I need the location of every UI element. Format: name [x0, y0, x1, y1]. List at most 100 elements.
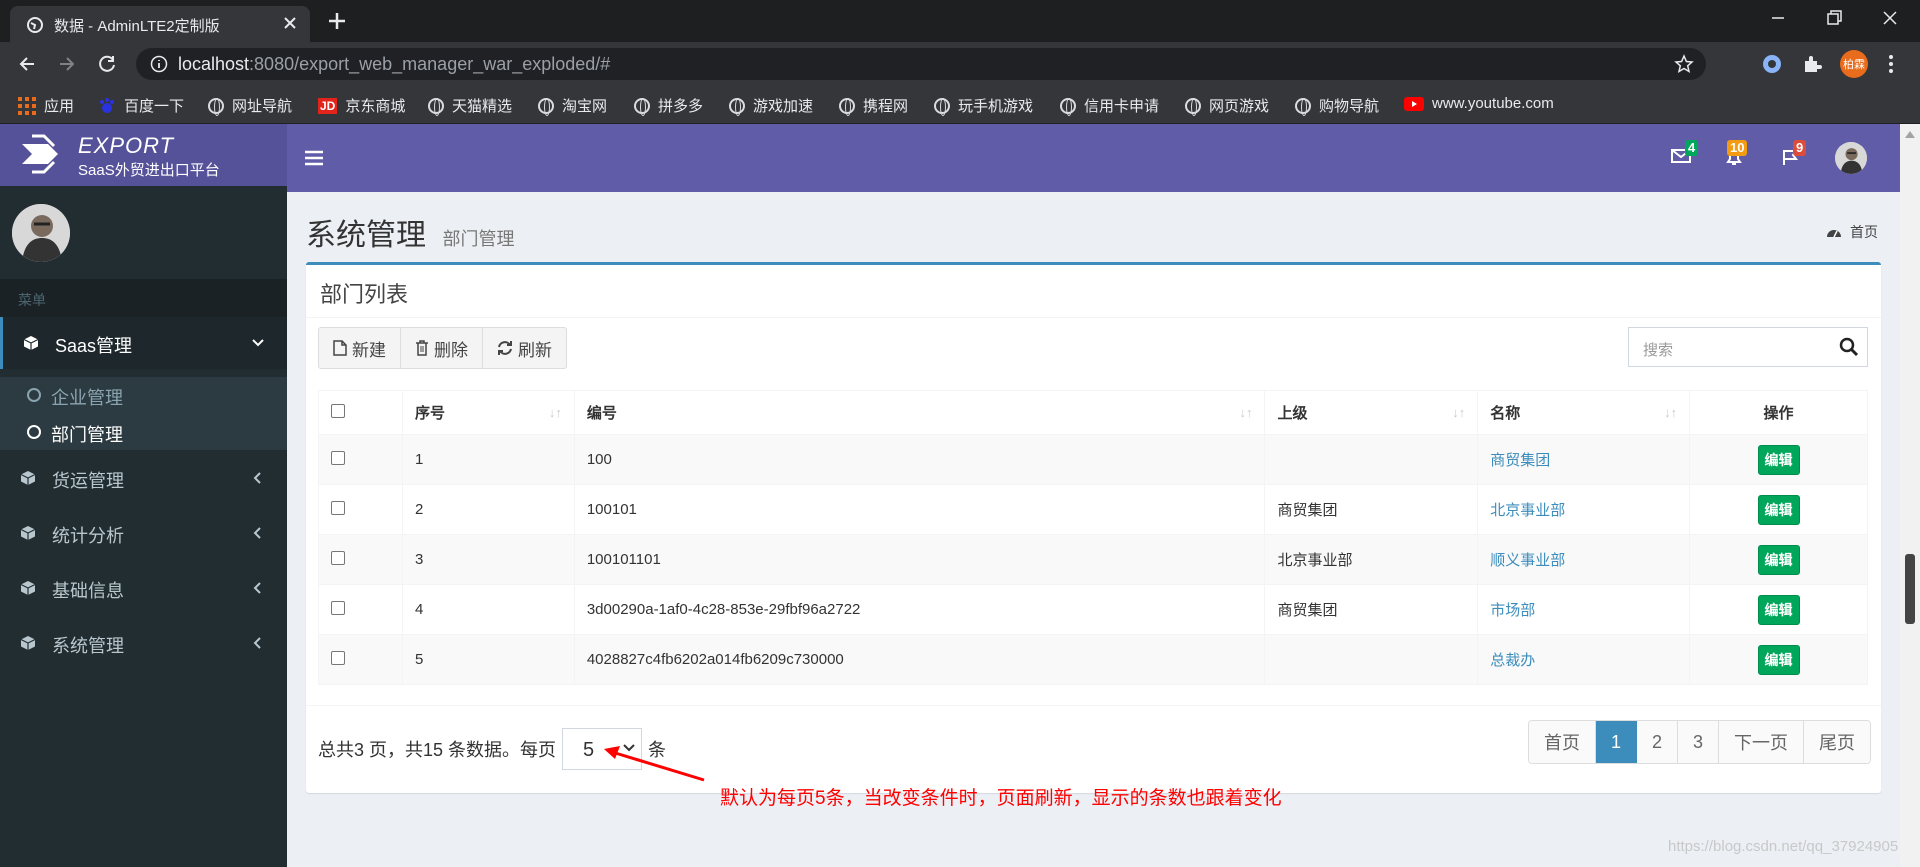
page-first[interactable]: 首页 [1529, 721, 1596, 763]
globe-icon [208, 97, 224, 116]
row-checkbox[interactable] [331, 600, 345, 615]
sort-icon[interactable]: ↓↑ [1239, 405, 1252, 420]
minimize-icon[interactable] [1768, 8, 1788, 28]
dept-name-link[interactable]: 市场部 [1490, 602, 1535, 619]
breadcrumb-home[interactable]: 首页 [1850, 222, 1878, 242]
scroll-thumb[interactable] [1905, 554, 1915, 624]
sort-icon[interactable]: ↓↑ [1452, 405, 1465, 420]
box-title: 部门列表 [320, 282, 409, 307]
bookmark-game-speed[interactable]: 游戏加速 [729, 95, 813, 116]
forward-arrow-icon[interactable] [56, 53, 78, 75]
page-scrollbar[interactable] [1900, 124, 1920, 867]
bookmark-baidu[interactable]: 百度一下 [98, 95, 184, 116]
col-name[interactable]: 名称 ↓↑ [1477, 390, 1691, 435]
sidebar-item-shipping[interactable]: 货运管理 [0, 452, 287, 504]
close-icon[interactable] [282, 15, 298, 31]
bookmark-star-icon[interactable] [1674, 54, 1694, 74]
page-3[interactable]: 3 [1678, 721, 1720, 763]
bookmark-tmall[interactable]: 天猫精选 [428, 95, 512, 116]
circle-icon [27, 425, 41, 439]
dept-name-link[interactable]: 商贸集团 [1490, 452, 1550, 469]
row-checkbox[interactable] [331, 650, 345, 665]
table-row: 4 3d00290a-1af0-4c28-853e-29fbf96a2722 商… [318, 584, 1868, 635]
dept-name-link[interactable]: 总裁办 [1490, 652, 1535, 669]
page-2[interactable]: 2 [1637, 721, 1679, 763]
sort-icon[interactable]: ↓↑ [549, 405, 562, 420]
search-input[interactable]: 搜索 [1628, 327, 1868, 367]
info-icon[interactable] [150, 55, 168, 73]
bookmark-nav[interactable]: 网址导航 [208, 95, 292, 116]
page-next[interactable]: 下一页 [1719, 721, 1805, 763]
sidebar-item-basic-info[interactable]: 基础信息 [0, 562, 287, 614]
cell-code: 100101101 [573, 534, 1266, 585]
search-icon[interactable] [1839, 337, 1859, 357]
bookmark-web-games[interactable]: 网页游戏 [1185, 95, 1269, 116]
new-button[interactable]: 新建 [319, 328, 401, 368]
col-code[interactable]: 编号 ↓↑ [573, 390, 1266, 435]
scroll-up-icon[interactable] [1905, 130, 1915, 138]
window-close-icon[interactable] [1880, 8, 1900, 28]
search-placeholder: 搜索 [1643, 342, 1674, 359]
browser-tab[interactable]: 数据 - AdminLTE2定制版 [10, 6, 310, 42]
breadcrumb[interactable]: 首页 [1826, 222, 1878, 242]
bookmark-pdd[interactable]: 拼多多 [634, 95, 703, 116]
sidebar-item-system[interactable]: 系统管理 [0, 617, 287, 669]
sidebar-subitem-dept[interactable]: 部门管理 [0, 414, 287, 450]
navbar-user-avatar[interactable] [1835, 142, 1867, 174]
bookmark-taobao[interactable]: 淘宝网 [538, 95, 607, 116]
restore-icon[interactable] [1824, 8, 1844, 28]
divider [306, 317, 1881, 318]
bookmark-mobile-games[interactable]: 玩手机游戏 [934, 95, 1033, 116]
url-bar[interactable]: localhost:8080/export_web_manager_war_ex… [136, 48, 1706, 80]
delete-button[interactable]: 删除 [401, 328, 483, 368]
back-arrow-icon[interactable] [16, 53, 38, 75]
bookmark-shopping[interactable]: 购物导航 [1295, 95, 1379, 116]
bookmark-ctrip[interactable]: 携程网 [839, 95, 908, 116]
extension-icon[interactable] [1761, 53, 1783, 75]
edit-button[interactable]: 编辑 [1757, 444, 1800, 475]
edit-button[interactable]: 编辑 [1757, 494, 1800, 525]
cell-parent: 商贸集团 [1264, 584, 1479, 635]
row-checkbox[interactable] [331, 450, 345, 465]
bookmark-credit-card[interactable]: 信用卡申请 [1060, 95, 1159, 116]
bookmark-apps[interactable]: 应用 [18, 95, 74, 116]
dept-name-link[interactable]: 北京事业部 [1490, 502, 1565, 519]
sidebar-subitem-company[interactable]: 企业管理 [0, 377, 287, 413]
dept-name-link[interactable]: 顺义事业部 [1490, 552, 1565, 569]
edit-button[interactable]: 编辑 [1757, 594, 1800, 625]
page-last[interactable]: 尾页 [1804, 721, 1871, 763]
cell-seq: 1 [401, 434, 575, 485]
new-tab-plus-icon[interactable] [326, 10, 348, 32]
globe-icon [839, 97, 855, 116]
url-text: localhost:8080/export_web_manager_war_ex… [178, 54, 611, 74]
edit-button[interactable]: 编辑 [1757, 544, 1800, 575]
select-all-checkbox[interactable] [331, 403, 345, 418]
cube-icon [20, 470, 36, 486]
hamburger-menu-icon[interactable] [305, 150, 323, 166]
logo[interactable]: EXPORT SaaS外贸进出口平台 [0, 124, 287, 186]
content-header: 系统管理 部门管理 [306, 210, 514, 254]
bookmark-jd[interactable]: JD 京东商城 [318, 95, 405, 116]
reload-icon[interactable] [96, 53, 118, 75]
row-checkbox[interactable] [331, 500, 345, 515]
refresh-button[interactable]: 刷新 [483, 328, 566, 368]
edit-button[interactable]: 编辑 [1757, 644, 1800, 675]
row-checkbox[interactable] [331, 550, 345, 565]
user-avatar[interactable] [12, 204, 70, 262]
page-1[interactable]: 1 [1596, 721, 1638, 763]
table-row: 3 100101101 北京事业部 顺义事业部 编辑 [318, 534, 1868, 585]
bookmark-youtube[interactable]: www.youtube.com [1404, 95, 1554, 112]
sidebar-item-saas[interactable]: Saas管理 [0, 317, 287, 369]
puzzle-icon[interactable] [1801, 53, 1823, 75]
col-parent[interactable]: 上级 ↓↑ [1264, 390, 1479, 435]
kebab-menu-icon[interactable] [1888, 53, 1894, 75]
profile-avatar[interactable]: 柏霖 [1840, 50, 1868, 78]
mail-count-badge: 4 [1685, 140, 1699, 156]
globe-icon [1185, 97, 1201, 116]
cube-icon [23, 335, 39, 351]
cell-parent [1264, 434, 1479, 485]
col-seq[interactable]: 序号 ↓↑ [401, 390, 575, 435]
sidebar-item-stats[interactable]: 统计分析 [0, 507, 287, 559]
jd-logo-icon: JD [318, 97, 338, 114]
sort-icon[interactable]: ↓↑ [1664, 405, 1677, 420]
